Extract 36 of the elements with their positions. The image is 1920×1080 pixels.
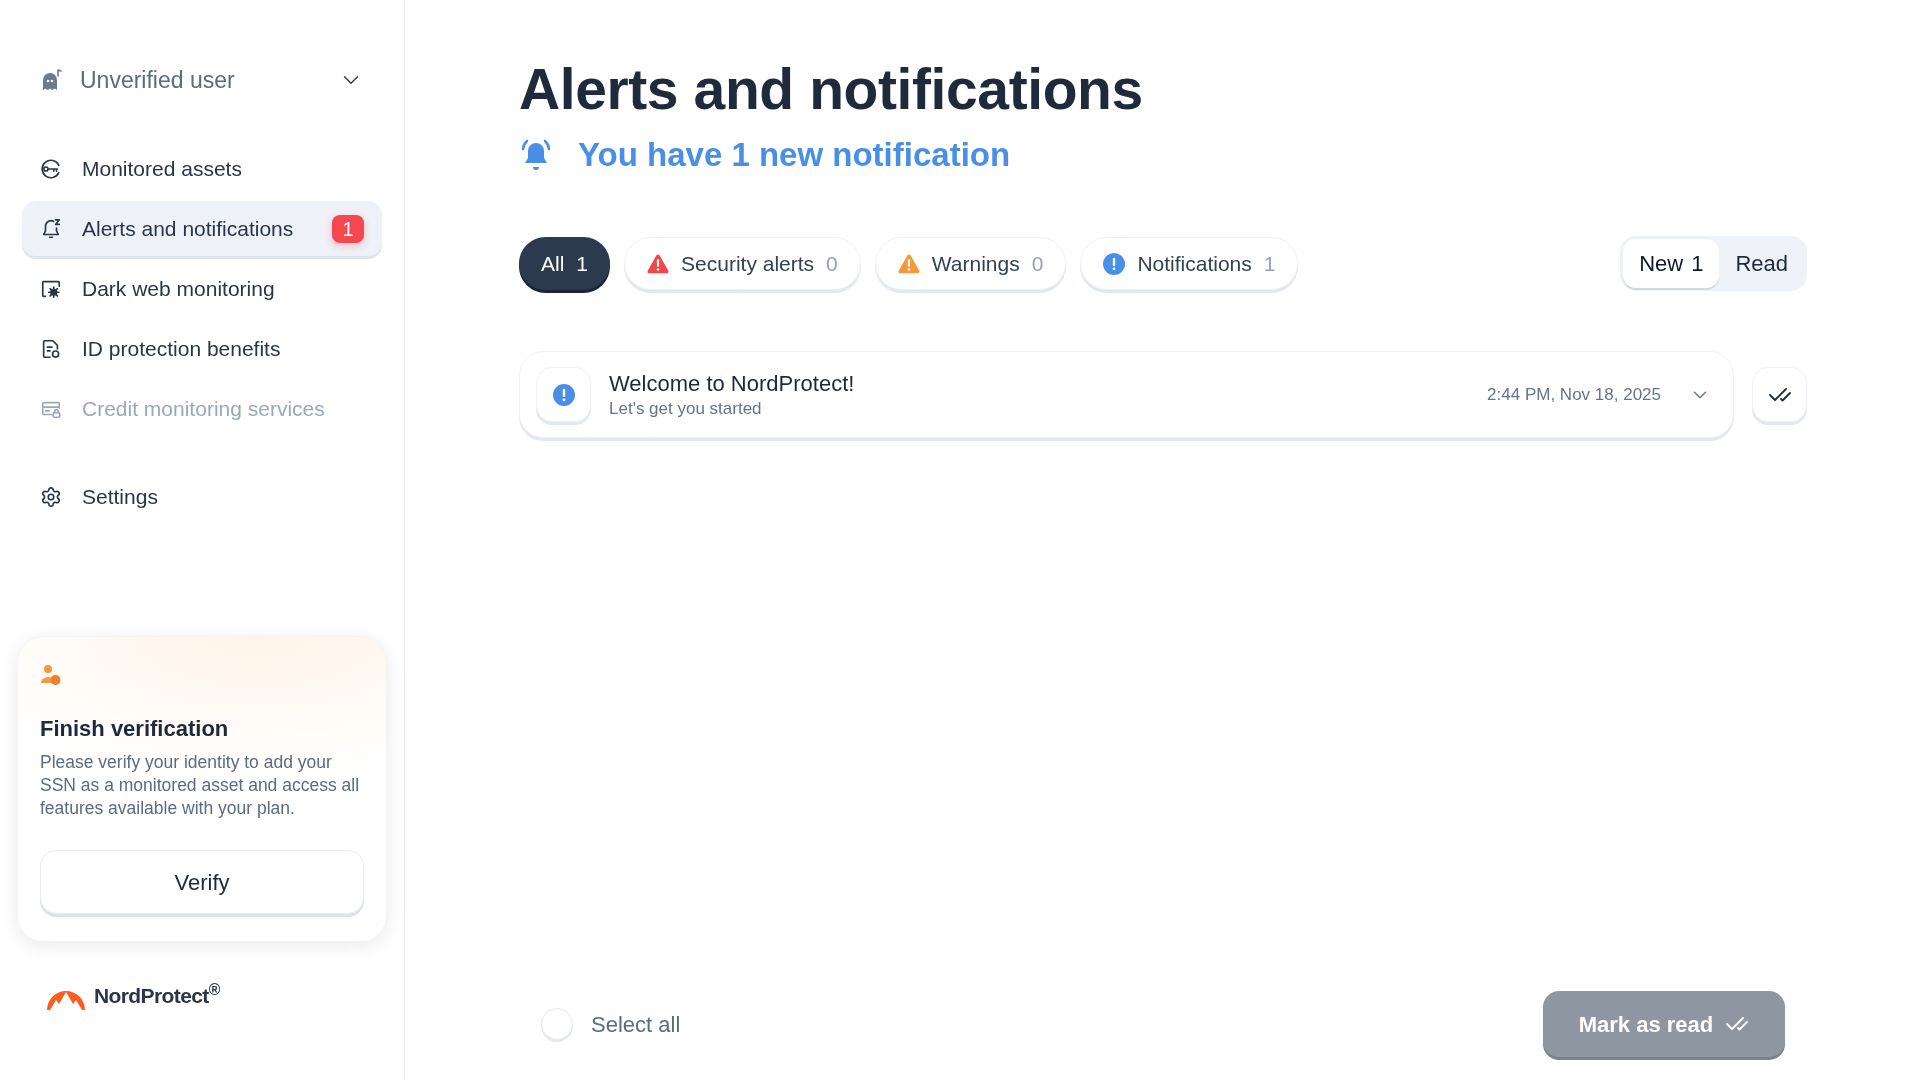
exclamation-circle-icon xyxy=(1103,252,1126,275)
status-tab[interactable]: New 1 xyxy=(1623,239,1720,288)
users-icon xyxy=(40,664,62,686)
select-all-label: Select all xyxy=(591,1010,681,1039)
settings-icon xyxy=(40,485,62,508)
notification-time: 2:44 PM, Nov 18, 2025 xyxy=(1487,383,1661,406)
page-subtitle: You have 1 new notification xyxy=(578,135,1011,175)
document-icon xyxy=(40,337,62,360)
ghost-icon xyxy=(40,68,64,92)
card-description: Please verify your identity to add your SSN as a monitored asset and access all features available with your plan. xyxy=(40,751,361,820)
sidebar-nav-item[interactable]: Monitored assets xyxy=(22,141,382,196)
filter-tab[interactable]: All 1 xyxy=(519,237,611,290)
notification-subtitle: Let's get you started xyxy=(609,397,762,420)
sidebar-nav-item[interactable]: Settings xyxy=(22,469,382,524)
brand-name: NordProtect$^{®}$ xyxy=(94,981,220,1009)
notification-card[interactable]: Welcome to NordProtect! Let's get you started 2:44 PM, Nov 18, 2025 xyxy=(519,351,1734,438)
bell-icon xyxy=(40,217,62,240)
filter-tab[interactable]: Warnings 0 xyxy=(874,237,1067,290)
page-title: Alerts and notifications xyxy=(519,57,1143,121)
sidebar-nav-item[interactable]: Alerts and notifications 1 xyxy=(22,201,382,256)
bell-ringing-icon xyxy=(519,137,553,173)
sidebar-nav-item[interactable]: ID protection benefits xyxy=(22,321,382,376)
card-title: Finish verification xyxy=(40,715,229,743)
mark-read-button[interactable] xyxy=(1752,367,1807,422)
user-menu[interactable]: Unverified user xyxy=(22,56,382,104)
warning-triangle-icon xyxy=(897,253,920,274)
notification-title: Welcome to NordProtect! xyxy=(609,369,855,398)
sidebar-nav-item[interactable]: Dark web monitoring xyxy=(22,261,382,316)
filter-tab[interactable]: Notifications 1 xyxy=(1080,237,1299,290)
count-badge: 1 xyxy=(332,214,364,243)
select-all-checkbox[interactable] xyxy=(541,1008,573,1040)
key-icon xyxy=(40,157,62,180)
alert-triangle-icon xyxy=(647,253,670,274)
status-tab[interactable]: Read xyxy=(1719,239,1804,288)
filter-tab[interactable]: Security alerts 0 xyxy=(624,237,861,290)
verify-button[interactable]: Verify xyxy=(40,850,364,914)
